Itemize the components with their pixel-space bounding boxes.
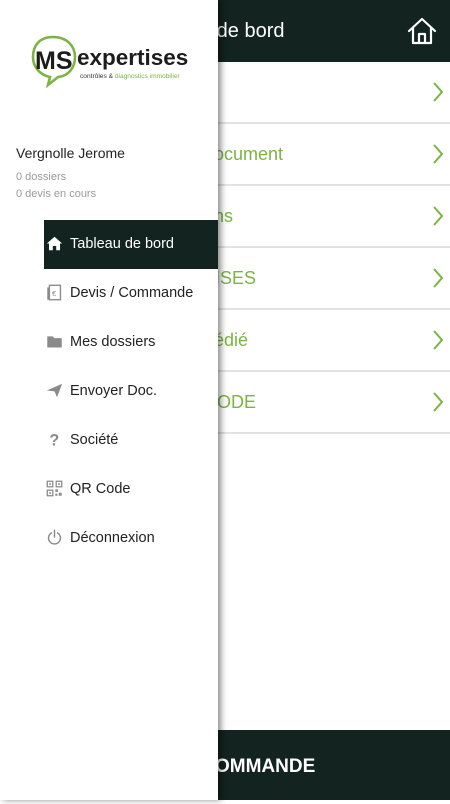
folder-icon <box>47 336 62 348</box>
nav-item-societe[interactable]: ? Société <box>44 416 218 465</box>
navigation-drawer: MS expertises contrôles & diagnostics im… <box>0 0 218 800</box>
question-icon: ? <box>49 431 59 448</box>
nav-item-label: Société <box>70 432 119 448</box>
nav-item-label: Mes dossiers <box>70 334 156 350</box>
drawer-nav: Tableau de bord € Devis / Commande Mes d… <box>44 220 218 563</box>
nav-item-label: QR Code <box>70 481 131 497</box>
chevron-right-icon <box>433 392 444 412</box>
nav-item-label: Tableau de bord <box>70 236 174 252</box>
nav-item-tableau-de-bord[interactable]: Tableau de bord <box>44 220 218 269</box>
ms-expertises-logo: MS expertises contrôles & diagnostics im… <box>31 35 188 89</box>
order-button-label: OMMANDE <box>215 756 316 777</box>
nav-item-envoyer-doc[interactable]: Envoyer Doc. <box>44 367 218 416</box>
invoice-icon: € <box>47 284 62 301</box>
qr-code-icon <box>46 480 63 497</box>
svg-text:€: € <box>52 289 57 298</box>
chevron-right-icon <box>433 206 444 226</box>
devis-count: 0 devis en cours <box>16 188 97 200</box>
user-name: Vergnolle Jerome <box>16 145 125 161</box>
chevron-right-icon <box>433 268 444 288</box>
nav-item-label: Envoyer Doc. <box>70 383 158 399</box>
power-icon <box>47 529 62 545</box>
chevron-right-icon <box>433 82 444 102</box>
home-icon[interactable] <box>406 15 438 47</box>
svg-text:contrôles & diagnostics immobi: contrôles & diagnostics immobilier <box>80 73 180 80</box>
nav-item-deconnexion[interactable]: Déconnexion <box>44 514 218 563</box>
nav-item-devis-commande[interactable]: € Devis / Commande <box>44 269 218 318</box>
nav-item-label: Devis / Commande <box>70 285 194 301</box>
nav-item-label: Déconnexion <box>70 530 155 546</box>
svg-text:expertises: expertises <box>77 45 188 70</box>
send-icon <box>46 383 63 398</box>
chevron-right-icon <box>433 330 444 350</box>
svg-text:?: ? <box>49 431 59 448</box>
svg-text:MS: MS <box>35 47 73 75</box>
nav-item-mes-dossiers[interactable]: Mes dossiers <box>44 318 218 367</box>
chevron-right-icon <box>433 144 444 164</box>
home-icon <box>46 236 63 251</box>
dossier-count: 0 dossiers <box>16 171 67 183</box>
nav-item-qr-code[interactable]: QR Code <box>44 465 218 514</box>
